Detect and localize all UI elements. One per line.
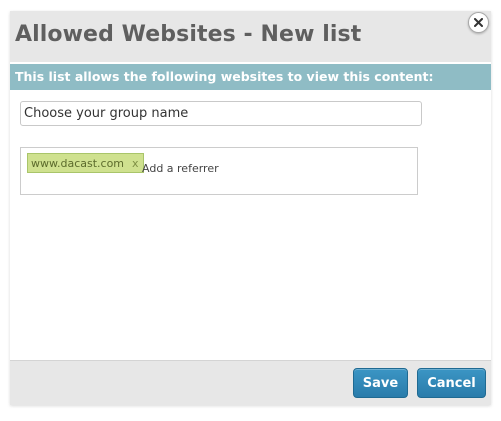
dialog-title: Allowed Websites - New list <box>15 22 362 47</box>
page: Allowed Websites - New list This list al… <box>0 0 501 421</box>
dialog-header: Allowed Websites - New list <box>10 11 491 62</box>
info-banner-text: This list allows the following websites … <box>15 69 434 84</box>
referrer-list-field[interactable]: www.dacast.com x <box>20 147 418 195</box>
referrer-tag-label: www.dacast.com <box>31 156 125 170</box>
dialog-footer: Save Cancel <box>10 360 491 405</box>
close-icon <box>474 18 483 27</box>
referrer-tag: www.dacast.com x <box>27 153 144 173</box>
cancel-button[interactable]: Cancel <box>417 368 486 398</box>
remove-tag-icon[interactable]: x <box>132 157 139 170</box>
add-referrer-input[interactable] <box>142 162 342 175</box>
save-button[interactable]: Save <box>353 368 408 398</box>
close-button[interactable] <box>468 12 489 33</box>
allowed-websites-dialog: Allowed Websites - New list This list al… <box>10 11 491 405</box>
info-banner: This list allows the following websites … <box>10 64 491 90</box>
group-name-input[interactable] <box>20 101 422 126</box>
